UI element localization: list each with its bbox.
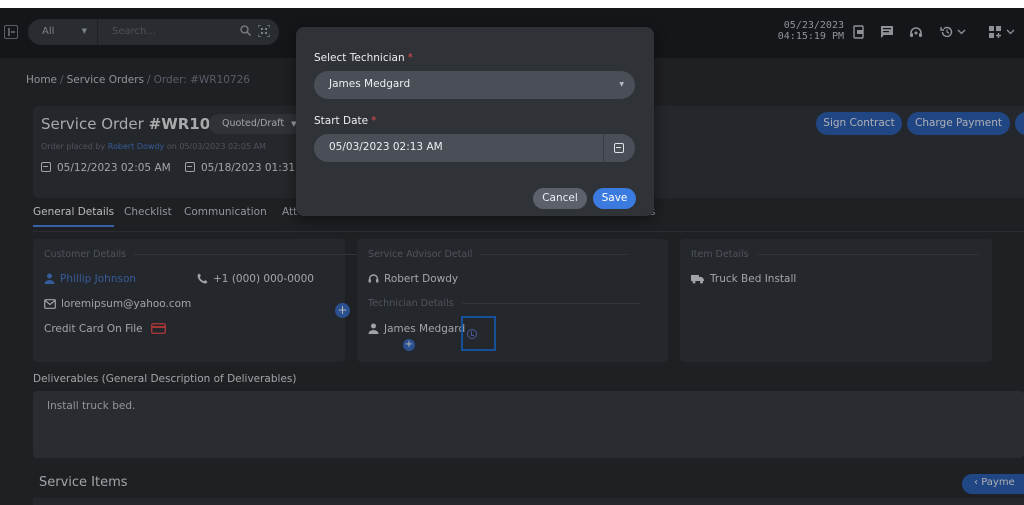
technician-label: Select Technician * xyxy=(314,52,413,64)
assign-technician-modal: Select Technician * James Medgard ▼ Start… xyxy=(296,27,654,216)
technician-select-value: James Medgard xyxy=(329,78,411,90)
required-mark: * xyxy=(407,52,413,64)
save-button[interactable]: Save xyxy=(593,188,636,209)
start-date-value: 05/03/2023 02:13 AM xyxy=(329,141,443,153)
app-window: All ▼ Search... 05/23/2023 04:15:19 PM H… xyxy=(0,8,1024,505)
start-date-input[interactable]: 05/03/2023 02:13 AM xyxy=(314,134,635,162)
date-input-divider xyxy=(603,134,604,162)
start-date-label-text: Start Date xyxy=(314,115,369,127)
technician-select[interactable]: James Medgard ▼ xyxy=(314,71,635,99)
cancel-button[interactable]: Cancel xyxy=(533,188,587,209)
required-mark: * xyxy=(371,115,377,127)
chevron-down-icon: ▼ xyxy=(619,81,624,88)
start-date-label: Start Date * xyxy=(314,115,376,127)
technician-label-text: Select Technician xyxy=(314,52,405,64)
calendar-icon[interactable] xyxy=(614,143,624,153)
